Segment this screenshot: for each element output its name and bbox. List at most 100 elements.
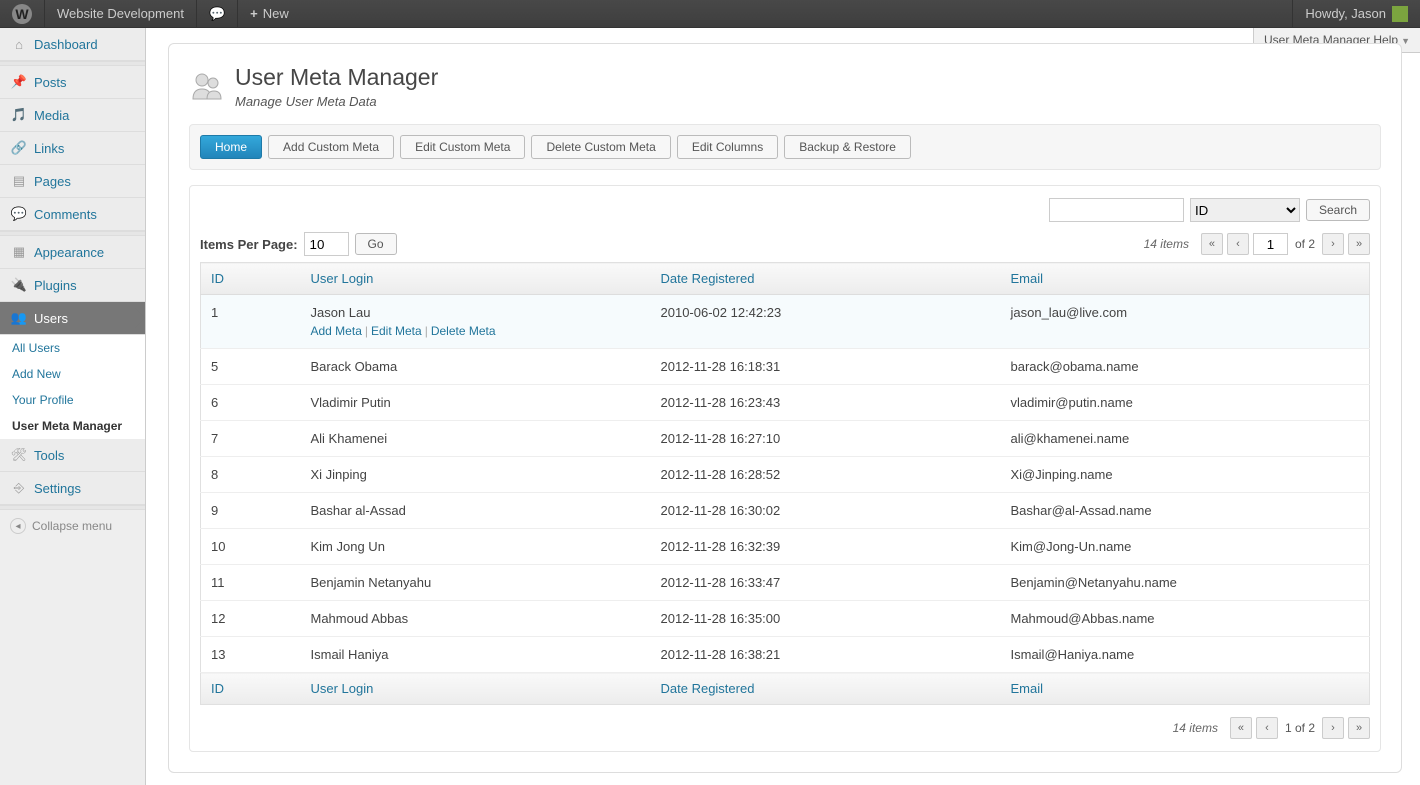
cell-login: Ismail Haniya [301,637,651,673]
collapse-menu[interactable]: ◂Collapse menu [0,510,145,542]
tab-edit-columns[interactable]: Edit Columns [677,135,778,159]
menu-comments[interactable]: 💬Comments [0,198,145,231]
search-button[interactable]: Search [1306,199,1370,221]
pager-next-bottom[interactable]: › [1322,717,1344,739]
menu-users[interactable]: 👥Users [0,302,145,335]
table-row[interactable]: 5Barack Obama2012-11-28 16:18:31barack@o… [201,349,1370,385]
cell-email: barack@obama.name [1001,349,1370,385]
cell-id: 9 [201,493,301,529]
tab-add-custom-meta[interactable]: Add Custom Meta [268,135,394,159]
content-area: User Meta Manager Help▼ User Meta Manage… [146,28,1420,785]
page-header: User Meta Manager Manage User Meta Data [169,64,1401,124]
account-menu[interactable]: Howdy, Jason [1292,0,1420,27]
row-edit-meta[interactable]: Edit Meta [371,324,422,338]
admin-bar: W Website Development 💬 +New Howdy, Jaso… [0,0,1420,28]
chevron-down-icon: ▼ [1401,36,1410,46]
pager-of: of 2 [1292,237,1318,251]
tab-delete-custom-meta[interactable]: Delete Custom Meta [531,135,670,159]
menu-posts[interactable]: 📌Posts [0,66,145,99]
menu-tools[interactable]: 🛠Tools [0,439,145,472]
table-row[interactable]: 9Bashar al-Assad2012-11-28 16:30:02Basha… [201,493,1370,529]
menu-links[interactable]: 🔗Links [0,132,145,165]
table-row[interactable]: 12Mahmoud Abbas2012-11-28 16:35:00Mahmou… [201,601,1370,637]
pager-first-bottom[interactable]: « [1230,717,1252,739]
cell-login: Ali Khamenei [301,421,651,457]
menu-media[interactable]: 🎵Media [0,99,145,132]
avatar [1392,6,1408,22]
table-row[interactable]: 1Jason LauAdd Meta|Edit Meta|Delete Meta… [201,295,1370,349]
cell-date: 2012-11-28 16:35:00 [651,601,1001,637]
table-row[interactable]: 11Benjamin Netanyahu2012-11-28 16:33:47B… [201,565,1370,601]
tab-backup-restore[interactable]: Backup & Restore [784,135,911,159]
submenu-your-profile[interactable]: Your Profile [0,387,145,413]
row-add-meta[interactable]: Add Meta [311,324,362,338]
tab-home[interactable]: Home [200,135,262,159]
pager-last[interactable]: » [1348,233,1370,255]
pager-prev-bottom[interactable]: ‹ [1256,717,1278,739]
pager-prev[interactable]: ‹ [1227,233,1249,255]
cell-login: Bashar al-Assad [301,493,651,529]
media-icon: 🎵 [10,106,28,124]
pager-page-input[interactable] [1253,233,1288,255]
menu-plugins[interactable]: 🔌Plugins [0,269,145,302]
pager-first[interactable]: « [1201,233,1223,255]
cell-email: jason_lau@live.com [1001,295,1370,349]
users-table: ID User Login Date Registered Email 1Jas… [200,262,1370,705]
items-per-page-input[interactable] [304,232,349,256]
table-row[interactable]: 13Ismail Haniya2012-11-28 16:38:21Ismail… [201,637,1370,673]
menu-settings[interactable]: ⎆Settings [0,472,145,505]
table-row[interactable]: 10Kim Jong Un2012-11-28 16:32:39Kim@Jong… [201,529,1370,565]
menu-appearance[interactable]: ▦Appearance [0,236,145,269]
submenu-add-new[interactable]: Add New [0,361,145,387]
new-content-menu[interactable]: +New [238,0,301,27]
page-title: User Meta Manager [235,64,438,91]
cell-login: Vladimir Putin [301,385,651,421]
search-input[interactable] [1049,198,1184,222]
col-login-header[interactable]: User Login [301,263,651,295]
users-submenu: All Users Add New Your Profile User Meta… [0,335,145,439]
cell-date: 2012-11-28 16:28:52 [651,457,1001,493]
row-actions: Add Meta|Edit Meta|Delete Meta [311,324,641,338]
plus-icon: + [250,6,258,21]
wp-logo-menu[interactable]: W [0,0,45,27]
col-date-header[interactable]: Date Registered [651,263,1001,295]
tab-edit-custom-meta[interactable]: Edit Custom Meta [400,135,525,159]
cell-date: 2012-11-28 16:32:39 [651,529,1001,565]
cell-id: 13 [201,637,301,673]
pin-icon: 📌 [10,73,28,91]
menu-dashboard[interactable]: ⌂Dashboard [0,28,145,61]
table-row[interactable]: 6Vladimir Putin2012-11-28 16:23:43vladim… [201,385,1370,421]
cell-login: Barack Obama [301,349,651,385]
items-per-page-label: Items Per Page: [200,237,298,252]
items-count-bottom: 14 items [1173,721,1218,735]
submenu-all-users[interactable]: All Users [0,335,145,361]
col-id-header[interactable]: ID [201,263,301,295]
cell-date: 2012-11-28 16:27:10 [651,421,1001,457]
table-row[interactable]: 8Xi Jinping2012-11-28 16:28:52Xi@Jinping… [201,457,1370,493]
search-field-select[interactable]: ID [1190,198,1300,222]
cell-date: 2012-11-28 16:30:02 [651,493,1001,529]
cell-login: Jason LauAdd Meta|Edit Meta|Delete Meta [301,295,651,349]
cell-email: Bashar@al-Assad.name [1001,493,1370,529]
cell-email: Kim@Jong-Un.name [1001,529,1370,565]
users-icon: 👥 [10,309,28,327]
col-email-footer[interactable]: Email [1001,673,1370,705]
items-per-page-go[interactable]: Go [355,233,397,255]
pager-last-bottom[interactable]: » [1348,717,1370,739]
col-login-footer[interactable]: User Login [301,673,651,705]
table-row[interactable]: 7Ali Khamenei2012-11-28 16:27:10ali@kham… [201,421,1370,457]
row-delete-meta[interactable]: Delete Meta [431,324,496,338]
menu-pages[interactable]: ▤Pages [0,165,145,198]
home-icon: ⌂ [10,35,28,53]
site-name-menu[interactable]: Website Development [45,0,197,27]
collapse-icon: ◂ [10,518,26,534]
cell-id: 12 [201,601,301,637]
cell-id: 7 [201,421,301,457]
col-date-footer[interactable]: Date Registered [651,673,1001,705]
col-email-header[interactable]: Email [1001,263,1370,295]
col-id-footer[interactable]: ID [201,673,301,705]
submenu-user-meta-manager[interactable]: User Meta Manager [0,413,145,439]
pager-top: 14 items « ‹ of 2 › » [1144,233,1370,255]
comments-menu[interactable]: 💬 [197,0,238,27]
pager-next[interactable]: › [1322,233,1344,255]
